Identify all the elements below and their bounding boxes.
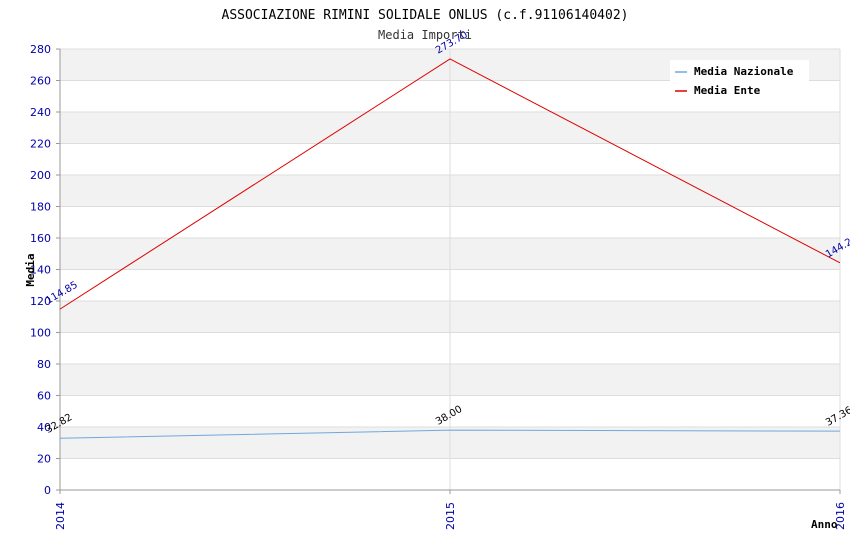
y-tick-label: 100 — [30, 327, 51, 340]
y-tick-label: 220 — [30, 138, 51, 151]
y-tick-label: 180 — [30, 201, 51, 214]
y-tick-label: 200 — [30, 169, 51, 182]
y-tick-label: 60 — [37, 390, 51, 403]
y-tick-label: 240 — [30, 106, 51, 119]
legend: Media Nazionale Media Ente — [670, 60, 809, 102]
y-tick-label: 260 — [30, 75, 51, 88]
chart-title: ASSOCIAZIONE RIMINI SOLIDALE ONLUS (c.f.… — [222, 8, 629, 23]
x-tick-label: 2014 — [54, 502, 67, 530]
y-axis-label: Media — [24, 253, 37, 286]
y-tick-label: 160 — [30, 232, 51, 245]
legend-label-media-ente: Media Ente — [694, 84, 761, 97]
y-tick-label: 0 — [44, 484, 51, 497]
chart-subtitle: Media Importi — [378, 28, 472, 42]
chart: 020406080100120140160180200220240260280 … — [24, 8, 850, 531]
y-tick-label: 20 — [37, 453, 51, 466]
y-tick-label: 80 — [37, 358, 51, 371]
x-axis-label: Anno — [811, 518, 838, 531]
x-axis-ticks: 2014 2015 2016 — [54, 502, 847, 530]
y-tick-label: 280 — [30, 43, 51, 56]
legend-label-media-nazionale: Media Nazionale — [694, 65, 794, 78]
x-tick-label: 2015 — [444, 502, 457, 530]
